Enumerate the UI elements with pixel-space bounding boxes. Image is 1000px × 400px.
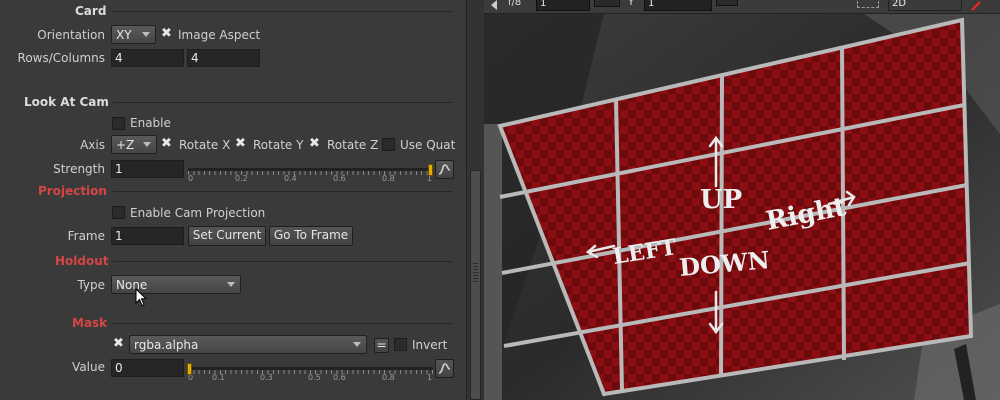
invert-checkbox[interactable] [394,338,407,351]
tick-label: 0.1 [212,373,225,382]
view-mode-dropdown[interactable]: 2D [888,0,962,11]
scrollbar-grip [473,263,478,283]
tick-label: 0.6 [333,174,346,183]
scrollbar-thumb[interactable] [470,170,481,400]
value-label: Value [72,360,105,374]
frame-field[interactable]: 1 [536,0,590,11]
card-label-up: UP [700,185,742,215]
slider-handle[interactable] [428,164,433,176]
axis-dropdown[interactable]: +Z [111,135,157,154]
holdout-type-dropdown[interactable]: None [111,275,241,294]
frame-label: Frame [67,229,105,243]
image-aspect-checkbox[interactable]: ✖ [161,27,172,40]
frame-input[interactable]: 1 [111,227,184,245]
enable-cam-projection-checkbox[interactable] [112,206,125,219]
type-label: Type [77,278,105,292]
set-current-button[interactable]: Set Current [188,226,266,246]
slider-ticks [188,171,433,175]
viewer-panel: f/8 1 Y 1 2D UP DOWN LEFT Right [484,0,1000,400]
look-at-cam-section-title: Look At Cam [24,95,109,109]
viewer-toolbar: f/8 1 Y 1 2D [484,0,1000,14]
tick-label: 0.5 [308,373,321,382]
y-slider-widget[interactable] [716,0,738,6]
card-section-title: Card [75,4,107,18]
divider [112,11,452,12]
projection-section-title: Projection [38,184,107,198]
mask-channel-dropdown[interactable]: rgba.alpha [129,335,367,354]
axis-value: +Z [116,138,135,152]
holdout-section-title: Holdout [55,254,109,268]
background-pole [484,124,502,400]
chevron-down-icon [227,282,235,287]
mask-value-slider[interactable]: 0 0.1 0.3 0.5 0.6 0.8 1 [187,363,433,387]
fstop-label[interactable]: f/8 [508,0,521,8]
tick-label: 0 [188,174,194,183]
tick-label: 0.8 [382,373,395,382]
enable-label: Enable [130,116,171,130]
panel-scrollbar[interactable] [466,0,484,400]
curve-icon [438,363,451,374]
rotate-y-label: Rotate Y [253,138,304,152]
mask-section-title: Mask [72,316,108,330]
tick-label: 0.2 [235,174,248,183]
red-x-icon[interactable] [970,0,982,12]
orientation-dropdown[interactable]: XY [111,25,156,44]
strength-input[interactable]: 1 [111,160,184,178]
frame-slider-widget[interactable] [594,0,620,7]
tick-label: 0.8 [382,174,395,183]
axis-label: Axis [80,138,105,152]
chevron-down-icon [353,342,361,347]
region-icon[interactable] [857,0,879,8]
curve-icon [438,164,451,175]
use-quat-checkbox[interactable] [382,138,395,151]
go-to-frame-button[interactable]: Go To Frame [269,226,353,246]
strength-slider[interactable]: 0 0.2 0.4 0.6 0.8 1 [188,164,433,188]
strength-label: Strength [53,162,105,176]
rotate-z-label: Rotate Z [327,138,379,152]
tick-label: 1 [427,373,433,382]
chevron-down-icon [143,142,151,147]
viewer-canvas[interactable]: UP DOWN LEFT Right [484,14,1000,400]
rotate-x-checkbox[interactable]: ✖ [161,137,172,150]
properties-panel: Card Orientation XY ✖ Image Aspect Rows/… [0,0,466,400]
tick-label: 0.3 [260,373,273,382]
tick-label: 0.4 [284,174,297,183]
rotate-x-label: Rotate X [179,138,231,152]
rows-columns-label: Rows/Columns [17,51,105,65]
rotate-z-checkbox[interactable]: ✖ [309,137,320,150]
animation-curve-button[interactable] [435,359,454,378]
rotate-y-checkbox[interactable]: ✖ [235,137,246,150]
columns-input[interactable]: 4 [187,49,260,67]
chevron-down-icon [142,32,150,37]
enable-cam-projection-label: Enable Cam Projection [130,206,266,220]
tick-label: 0.6 [333,373,346,382]
animation-curve-button[interactable] [435,160,454,179]
mask-checkbox[interactable]: ✖ [113,337,124,350]
use-quat-label: Use Quat [400,138,456,152]
orientation-value: XY [116,28,132,42]
divider [113,102,452,103]
divider [113,191,452,192]
rows-input[interactable]: 4 [111,49,184,67]
image-aspect-label: Image Aspect [178,28,261,42]
enable-checkbox[interactable] [112,117,125,130]
divider [113,323,452,324]
slider-handle[interactable] [187,363,192,375]
mask-channel-value: rgba.alpha [134,338,199,352]
mouse-cursor-icon [135,288,148,307]
invert-label: Invert [412,338,448,352]
prev-arrow-icon[interactable] [490,0,498,10]
mask-value-input[interactable]: 0 [111,359,184,377]
y-field[interactable]: 1 [644,0,712,11]
orientation-label: Orientation [37,28,105,42]
divider [113,261,452,262]
mask-equals-button[interactable]: = [374,338,389,353]
channel-letter: Y [628,0,635,8]
